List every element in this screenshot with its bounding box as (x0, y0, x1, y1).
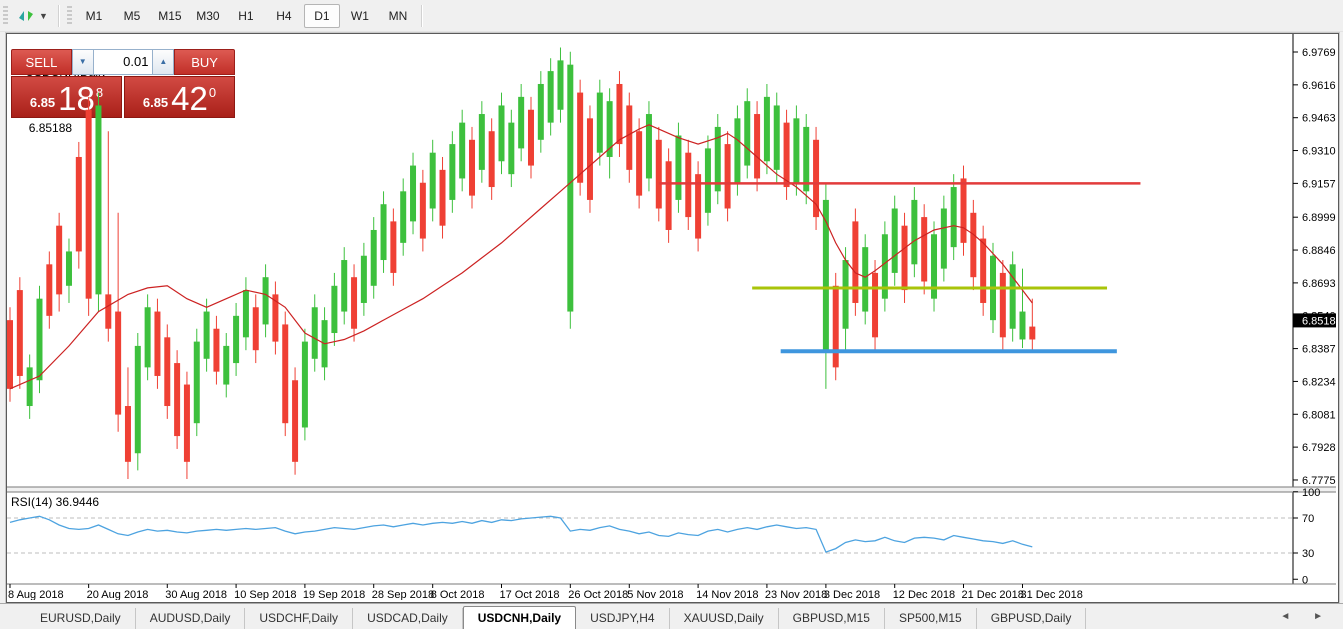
svg-text:6.89995: 6.89995 (1302, 212, 1336, 224)
chart-canvas[interactable]: 6.97690 6.96160 6.94630 6.93100 6.91570 6.899… (7, 34, 1336, 600)
chart-tab-gbpusd-m15[interactable]: GBPUSD,M15 (779, 608, 885, 629)
timeframe-button-d1[interactable]: D1 (304, 4, 340, 28)
svg-text:30: 30 (1302, 548, 1314, 560)
svg-text:8 Aug 2018: 8 Aug 2018 (8, 589, 64, 600)
svg-text:6.91570: 6.91570 (1302, 178, 1336, 190)
svg-text:6.97690: 6.97690 (1302, 47, 1336, 59)
symbol-tool-button[interactable]: ▼ (11, 4, 54, 28)
svg-text:6.77755: 6.77755 (1302, 475, 1336, 487)
svg-text:100: 100 (1302, 487, 1320, 499)
toolbar-grip-2[interactable] (67, 6, 72, 26)
chart-tab-usdjpy-h4[interactable]: USDJPY,H4 (576, 608, 669, 629)
chart-tab-sp500-m15[interactable]: SP500,M15 (885, 608, 977, 629)
svg-text:6.80815: 6.80815 (1302, 409, 1336, 421)
timeframe-button-m1[interactable]: M1 (76, 4, 112, 28)
toolbar-separator-2 (421, 5, 423, 27)
svg-text:10 Sep 2018: 10 Sep 2018 (234, 589, 296, 600)
chart-tab-usdcnh-daily[interactable]: USDCNH,Daily (463, 606, 576, 629)
svg-text:6.79285: 6.79285 (1302, 442, 1336, 454)
chart-tab-bar: EURUSD,DailyAUDUSD,DailyUSDCHF,DailyUSDC… (0, 603, 1343, 629)
timeframe-button-mn[interactable]: MN (380, 4, 416, 28)
svg-text:5 Nov 2018: 5 Nov 2018 (627, 589, 683, 600)
timeframe-button-h1[interactable]: H1 (228, 4, 264, 28)
tabs-scroll-left-icon[interactable]: ◄ (1280, 611, 1300, 622)
chart-tab-usdchf-daily[interactable]: USDCHF,Daily (245, 608, 353, 629)
timeframe-button-h4[interactable]: H4 (266, 4, 302, 28)
chart-tab-usdcad-daily[interactable]: USDCAD,Daily (353, 608, 463, 629)
svg-text:31 Dec 2018: 31 Dec 2018 (1020, 589, 1082, 600)
svg-text:6.96160: 6.96160 (1302, 80, 1336, 92)
svg-text:12 Dec 2018: 12 Dec 2018 (893, 589, 955, 600)
chart-tab-gbpusd-daily[interactable]: GBPUSD,Daily (977, 608, 1087, 629)
svg-text:19 Sep 2018: 19 Sep 2018 (303, 589, 365, 600)
chart-window: ▲ USDCNH,Daily 6.84711 6.85426 6.84199 6… (6, 33, 1339, 603)
svg-text:6.88465: 6.88465 (1302, 245, 1336, 257)
svg-text:8 Oct 2018: 8 Oct 2018 (431, 589, 485, 600)
rsi-indicator-label: RSI(14) 36.9446 (11, 495, 99, 509)
chart-tab-eurusd-daily[interactable]: EURUSD,Daily (26, 608, 136, 629)
chart-tab-audusd-daily[interactable]: AUDUSD,Daily (136, 608, 246, 629)
svg-text:14 Nov 2018: 14 Nov 2018 (696, 589, 758, 600)
timeframe-button-w1[interactable]: W1 (342, 4, 378, 28)
svg-text:17 Oct 2018: 17 Oct 2018 (500, 589, 560, 600)
svg-text:23 Nov 2018: 23 Nov 2018 (765, 589, 827, 600)
chart-tabs: EURUSD,DailyAUDUSD,DailyUSDCHF,DailyUSDC… (26, 606, 1086, 629)
top-toolbar: ▼ M1M5M15M30H1H4D1W1MN (0, 0, 1343, 32)
svg-text:28 Sep 2018: 28 Sep 2018 (372, 589, 434, 600)
toolbar-separator (58, 5, 60, 27)
svg-text:20 Aug 2018: 20 Aug 2018 (87, 589, 149, 600)
svg-text:6.83875: 6.83875 (1302, 344, 1336, 356)
chart-tab-xauusd-daily[interactable]: XAUUSD,Daily (670, 608, 779, 629)
timeframe-button-group: M1M5M15M30H1H4D1W1MN (75, 4, 417, 28)
timeframe-button-m15[interactable]: M15 (152, 4, 188, 28)
svg-text:30 Aug 2018: 30 Aug 2018 (165, 589, 227, 600)
svg-text:6.93100: 6.93100 (1302, 146, 1336, 158)
timeframe-button-m5[interactable]: M5 (114, 4, 150, 28)
tick-arrows-icon (17, 8, 35, 24)
svg-text:6.94630: 6.94630 (1302, 113, 1336, 125)
svg-text:6.86935: 6.86935 (1302, 278, 1336, 290)
svg-text:6.82345: 6.82345 (1302, 376, 1336, 388)
dropdown-caret-icon[interactable]: ▼ (39, 11, 48, 21)
timeframe-button-m30[interactable]: M30 (190, 4, 226, 28)
svg-text:21 Dec 2018: 21 Dec 2018 (962, 589, 1024, 600)
svg-text:3 Dec 2018: 3 Dec 2018 (824, 589, 880, 600)
toolbar-grip[interactable] (3, 6, 8, 26)
tabs-scroll-right-icon[interactable]: ► (1313, 611, 1333, 622)
svg-text:70: 70 (1302, 513, 1314, 525)
svg-text:26 Oct 2018: 26 Oct 2018 (568, 589, 628, 600)
svg-text:6.85188: 6.85188 (1302, 315, 1336, 327)
